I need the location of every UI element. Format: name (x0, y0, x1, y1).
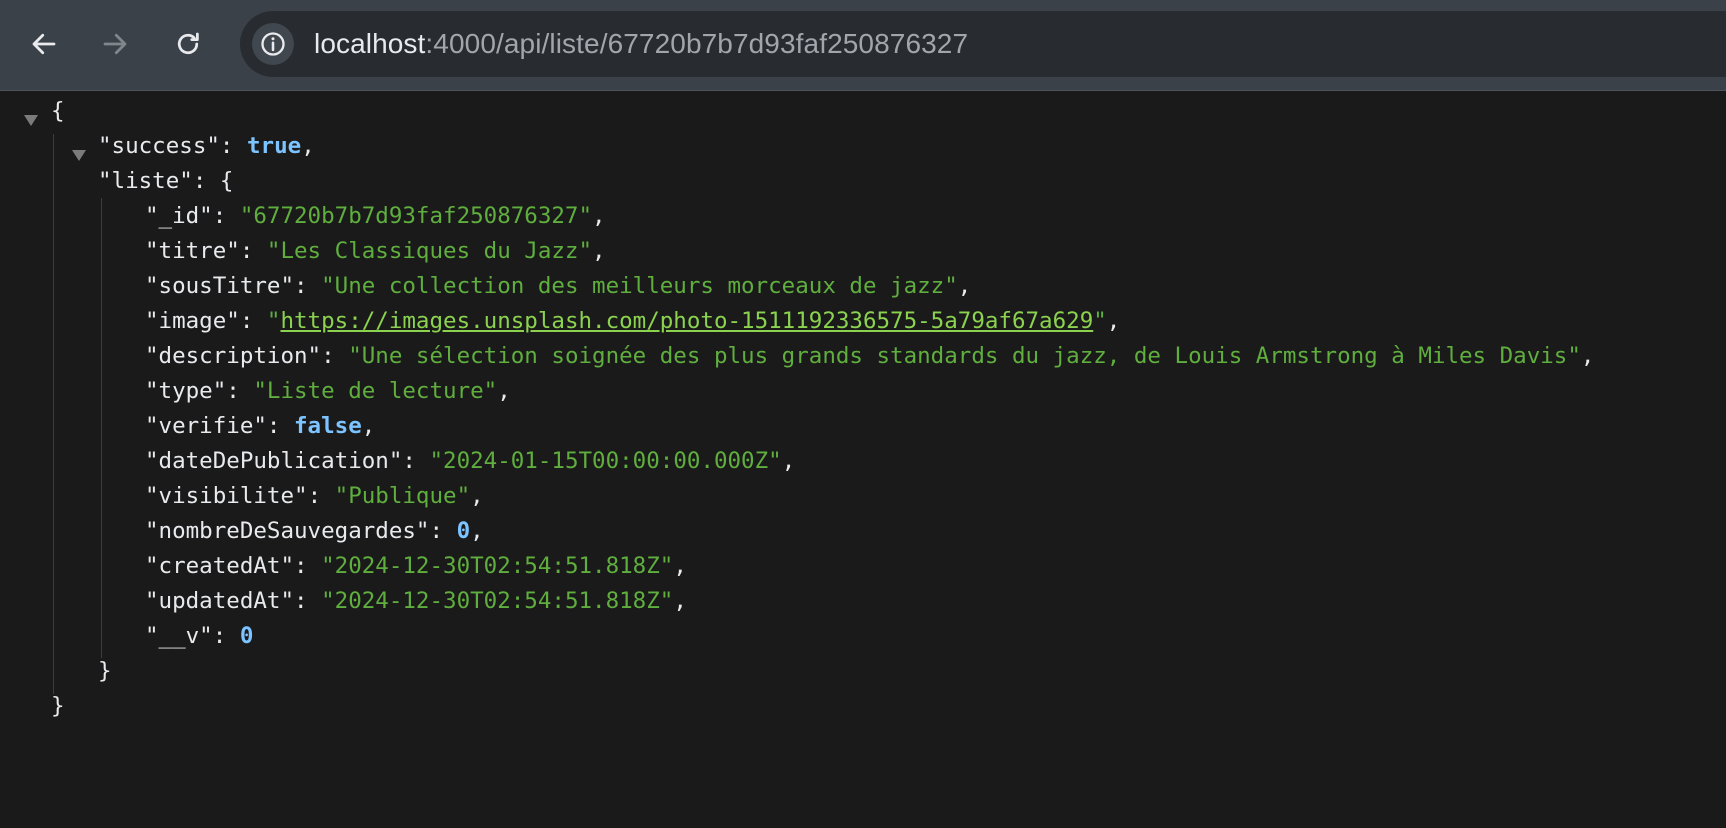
back-button[interactable] (21, 21, 67, 67)
root-open-brace: { (51, 98, 65, 124)
json-row-liste: "liste": { (98, 168, 234, 194)
json-key: "success" (98, 133, 220, 159)
json-row: "_id": "67720b7b7d93faf250876327", (145, 203, 606, 229)
arrow-left-icon (32, 33, 56, 55)
address-bar[interactable]: localhost:4000/api/liste/67720b7b7d93faf… (240, 11, 1726, 77)
json-key: "type" (145, 378, 227, 404)
json-key: "_id" (145, 203, 213, 229)
json-link-value[interactable]: https://images.unsplash.com/photo-151119… (280, 308, 1093, 334)
json-key: "titre" (145, 238, 240, 264)
json-key: "dateDePublication" (145, 448, 403, 474)
root-collapse-toggle[interactable] (24, 115, 38, 126)
json-key: "updatedAt" (145, 588, 295, 614)
json-value: "2024-01-15T00:00:00.000Z" (429, 448, 782, 474)
json-value: true (247, 133, 302, 159)
forward-button[interactable] (92, 21, 138, 67)
json-value: "Les Classiques du Jazz" (266, 238, 593, 264)
liste-close-brace: } (98, 658, 112, 684)
root-guide-line (53, 134, 54, 694)
json-value: "Une collection des meilleurs morceaux d… (321, 273, 958, 299)
url-text[interactable]: localhost:4000/api/liste/67720b7b7d93faf… (314, 11, 968, 77)
arrow-right-icon (103, 33, 127, 55)
json-row: "__v": 0 (145, 623, 254, 649)
json-row: "dateDePublication": "2024-01-15T00:00:0… (145, 448, 796, 474)
json-row: "description": "Une sélection soignée de… (145, 343, 1595, 369)
url-path: :4000/api/liste/67720b7b7d93faf250876327 (425, 28, 969, 59)
json-row: "titre": "Les Classiques du Jazz", (145, 238, 606, 264)
json-key: "verifie" (145, 413, 267, 439)
json-value: "Publique" (334, 483, 471, 509)
browser-toolbar: localhost:4000/api/liste/67720b7b7d93faf… (0, 0, 1726, 91)
json-row: "type": "Liste de lecture", (145, 378, 511, 404)
info-icon (261, 32, 285, 56)
json-key: "nombreDeSauvegardes" (145, 518, 430, 544)
root-close-brace: } (51, 693, 65, 719)
reload-icon (177, 32, 199, 55)
liste-open-brace: { (219, 168, 234, 194)
json-key: "description" (145, 343, 322, 369)
json-row: "createdAt": "2024-12-30T02:54:51.818Z", (145, 553, 687, 579)
json-row: "updatedAt": "2024-12-30T02:54:51.818Z", (145, 588, 687, 614)
json-value: "Une sélection soignée des plus grands s… (348, 343, 1581, 369)
json-value: "2024-12-30T02:54:51.818Z" (321, 553, 674, 579)
liste-collapse-toggle[interactable] (72, 150, 86, 161)
json-row: "nombreDeSauvegardes": 0, (145, 518, 484, 544)
json-key: "sousTitre" (145, 273, 295, 299)
json-key: "createdAt" (145, 553, 295, 579)
json-value: false (294, 413, 362, 439)
json-row: "verifie": false, (145, 413, 376, 439)
json-value: "2024-12-30T02:54:51.818Z" (321, 588, 674, 614)
liste-guide-line (101, 198, 102, 658)
json-key: "image" (145, 308, 240, 334)
json-row-success: "success": true, (98, 133, 315, 159)
url-host: localhost (314, 28, 426, 59)
json-key: "liste" (98, 168, 193, 194)
json-row: "visibilite": "Publique", (145, 483, 484, 509)
json-key: "visibilite" (145, 483, 308, 509)
site-info-button[interactable] (252, 23, 294, 65)
json-row: "image": "https://images.unsplash.com/ph… (145, 308, 1121, 334)
json-value: 0 (456, 518, 471, 544)
json-row: "sousTitre": "Une collection des meilleu… (145, 273, 972, 299)
json-value: "67720b7b7d93faf250876327" (239, 203, 593, 229)
json-value: 0 (239, 623, 254, 649)
json-value: "Liste de lecture" (253, 378, 498, 404)
reload-button[interactable] (165, 21, 211, 67)
json-key: "__v" (145, 623, 213, 649)
